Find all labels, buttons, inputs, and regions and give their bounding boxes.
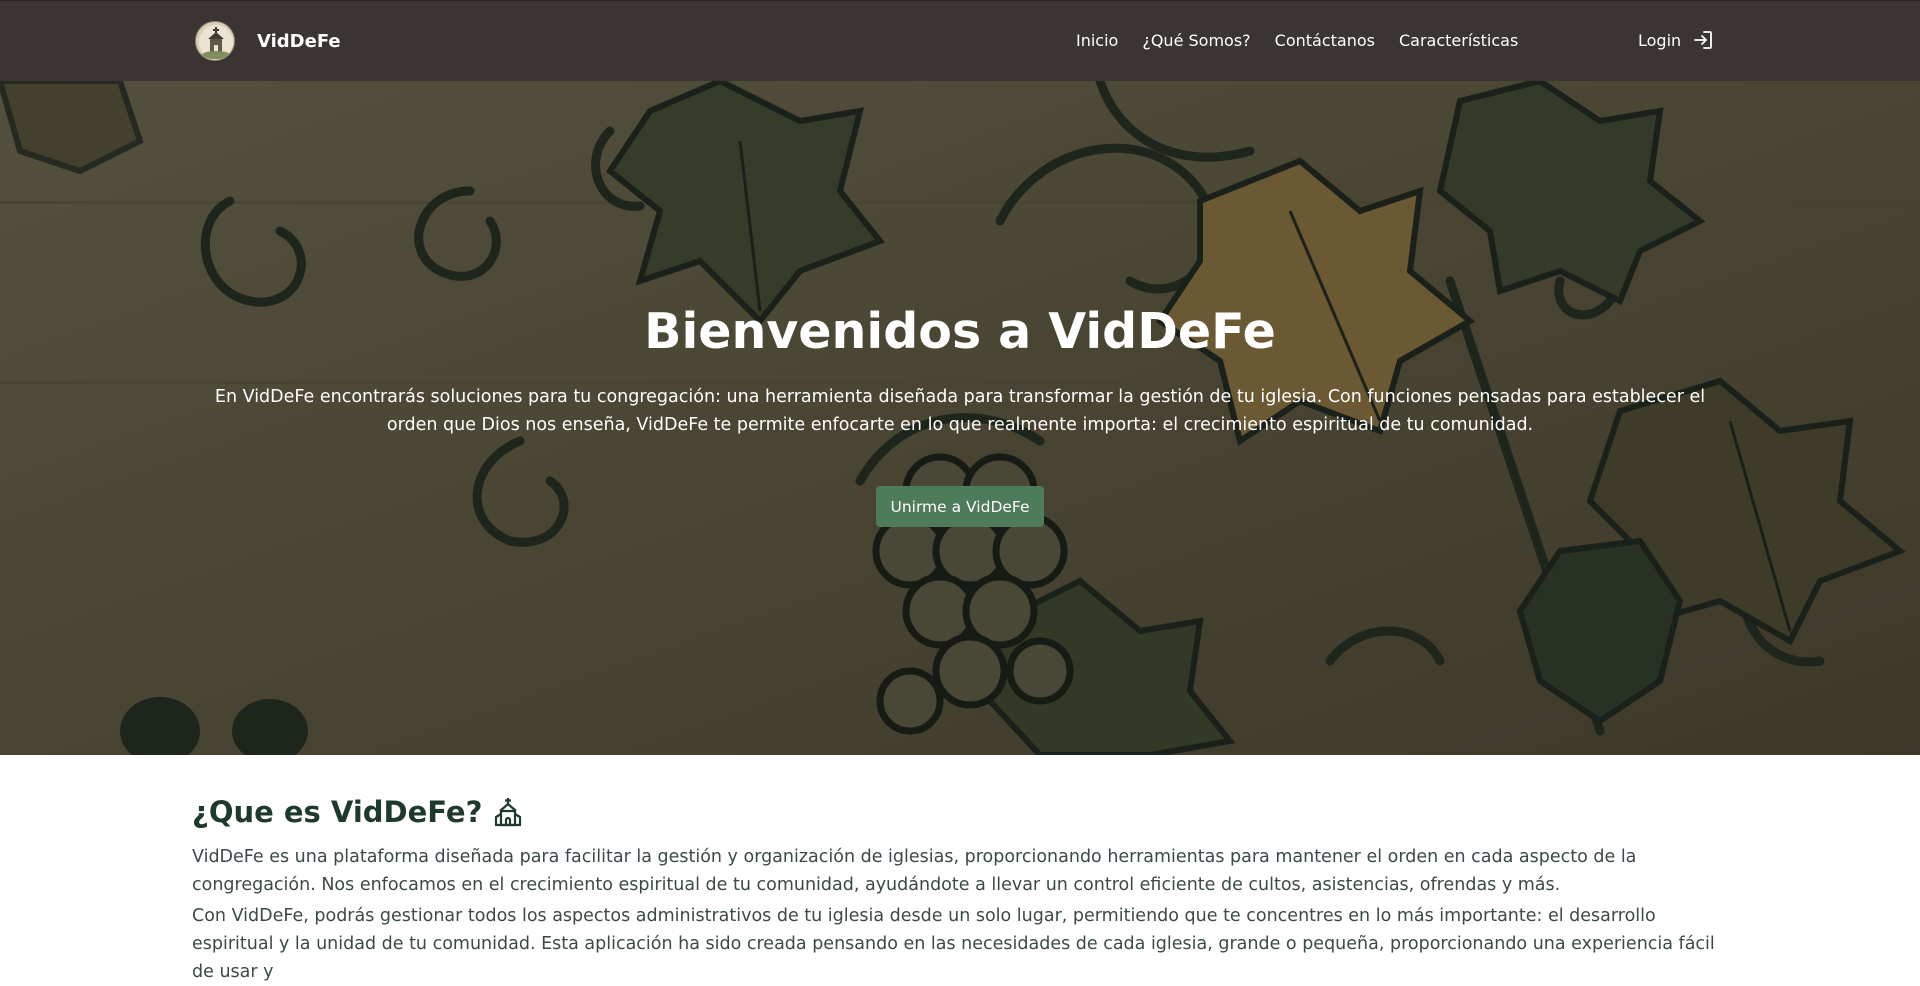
- login-button[interactable]: Login: [1638, 30, 1713, 50]
- about-paragraph-1: VidDeFe es una plataforma diseñada para …: [192, 847, 1637, 895]
- join-button[interactable]: Unirme a VidDeFe: [876, 486, 1044, 527]
- nav-link-inicio[interactable]: Inicio: [1076, 31, 1118, 50]
- brand[interactable]: VidDeFe: [195, 21, 341, 61]
- church-icon: [495, 798, 522, 827]
- about-heading: ¿Que es VidDeFe?: [192, 795, 522, 829]
- church-logo-icon[interactable]: [195, 21, 235, 61]
- main-nav: Inicio ¿Qué Somos? Contáctanos Caracterí…: [1076, 31, 1518, 50]
- login-label: Login: [1638, 30, 1682, 50]
- about-title-text: ¿Que es VidDeFe?: [192, 795, 483, 829]
- hero-description: En VidDeFe encontrarás soluciones para t…: [214, 387, 1706, 435]
- navbar: VidDeFe Inicio ¿Qué Somos? Contáctanos C…: [0, 0, 1920, 81]
- nav-link-caracteristicas[interactable]: Características: [1399, 31, 1518, 50]
- nav-link-que-somos[interactable]: ¿Qué Somos?: [1142, 31, 1250, 50]
- brand-name[interactable]: VidDeFe: [257, 31, 341, 52]
- about-paragraph-2: Con VidDeFe, podrás gestionar todos los …: [192, 906, 1715, 982]
- hero-section: Bienvenidos a VidDeFe En VidDeFe encontr…: [0, 81, 1920, 755]
- hero-title: Bienvenidos a VidDeFe: [644, 303, 1276, 360]
- login-arrow-icon: [1694, 31, 1713, 49]
- about-section: ¿Que es VidDeFe? VidDeFe es una platafor…: [0, 755, 1920, 982]
- nav-link-contactanos[interactable]: Contáctanos: [1275, 31, 1375, 50]
